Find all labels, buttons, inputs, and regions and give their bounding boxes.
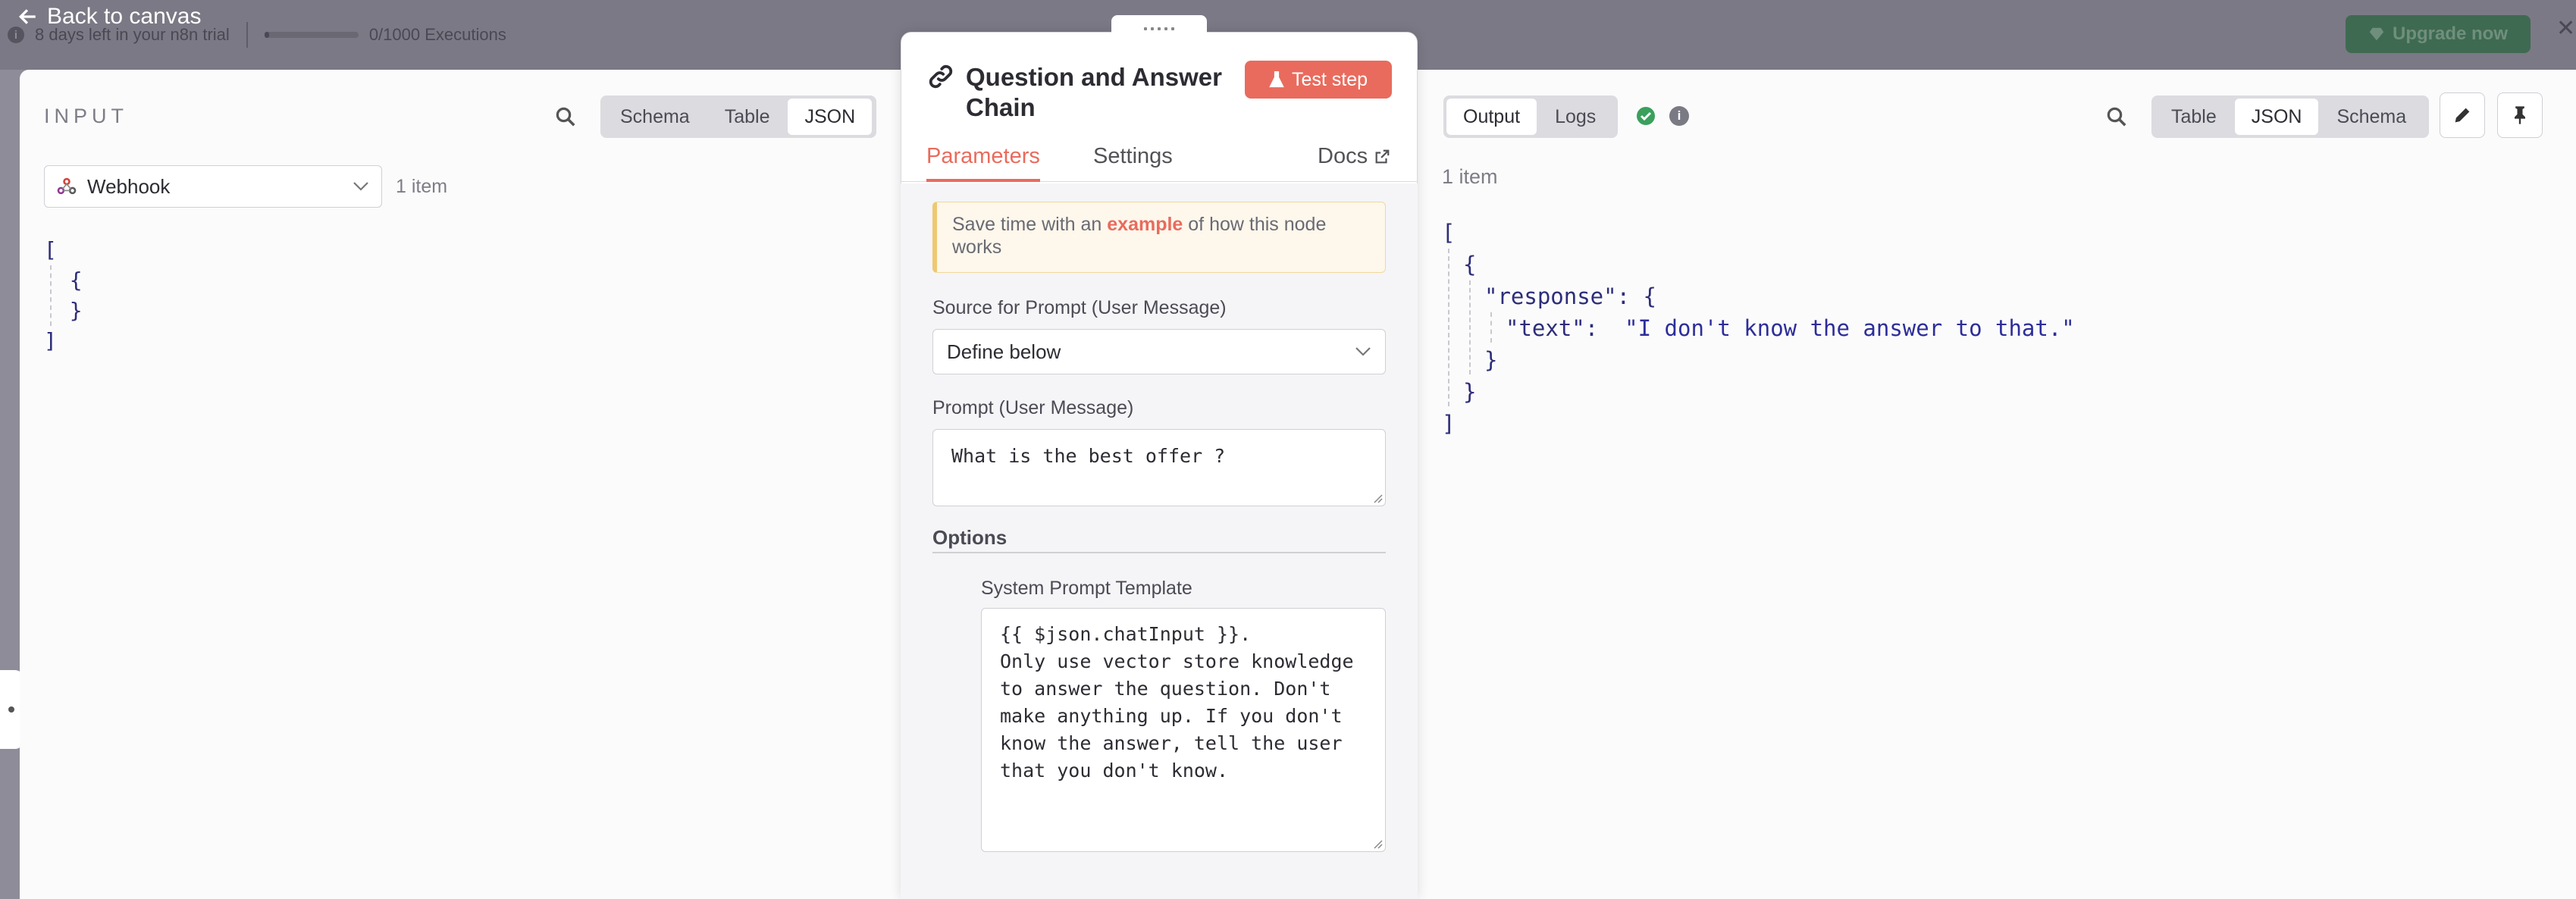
info-icon[interactable]: i [1669,106,1689,126]
source-prompt-label: Source for Prompt (User Message) [932,297,1227,318]
json-line: } [1484,347,1498,373]
json-line: } [1463,379,1477,405]
resize-grip-icon[interactable] [1372,493,1383,503]
output-item-count: 1 item [1442,165,1498,188]
input-node-select[interactable]: Webhook [44,165,382,208]
search-icon[interactable] [552,103,579,130]
upgrade-label: Upgrade now [2392,23,2508,44]
pin-data-button[interactable] [2497,92,2543,138]
node-title[interactable]: Question and Answer Chain [966,62,1231,123]
gem-icon [2369,27,2384,41]
edit-output-button[interactable] [2440,92,2485,138]
source-prompt-value: Define below [947,340,1061,363]
test-step-label: Test step [1291,68,1368,90]
input-node-name: Webhook [87,174,171,198]
drag-handle[interactable] [1111,15,1207,42]
output-view-switcher: Table JSON Schema [2151,96,2429,138]
example-link[interactable]: example [1107,214,1183,235]
node-tabs: Parameters Settings Docs [901,138,1418,182]
success-check-icon [1636,106,1656,130]
divider [246,22,248,48]
tab-output[interactable]: Output [1446,99,1537,135]
input-json-view: [ { } ] [44,235,83,356]
tab-docs[interactable]: Docs [1318,144,1390,169]
prompt-value: What is the best offer ? [951,445,1226,467]
json-line: { [1463,252,1477,277]
input-view-json[interactable]: JSON [788,99,873,135]
resize-grip-icon[interactable] [1372,838,1383,849]
input-panel-title: INPUT [44,105,128,127]
back-label: Back to canvas [47,4,202,29]
chevron-down-icon [353,182,368,191]
pin-icon [2515,106,2525,124]
tab-parameters[interactable]: Parameters [926,144,1040,182]
flask-icon [1269,71,1284,88]
chevron-down-icon [1355,347,1371,356]
output-logs-switcher: Output Logs [1443,96,1618,138]
json-value-text: "I don't know the answer to that." [1625,315,2075,341]
input-view-schema[interactable]: Schema [603,99,707,135]
options-heading: Options [932,526,1008,549]
upgrade-button[interactable]: Upgrade now [2346,15,2531,53]
system-prompt-input[interactable]: {{ $json.chatInput }}. Only use vector s… [981,608,1386,852]
pencil-icon [2455,108,2470,123]
json-line: ] [44,328,57,353]
example-hint: Save time with an example of how this no… [932,202,1386,273]
source-prompt-select[interactable]: Define below [932,329,1386,374]
external-link-icon [1375,149,1390,163]
executions-progress-bar [264,32,359,38]
webhook-icon [57,177,77,195]
json-line: [ [44,237,57,262]
tab-logs[interactable]: Logs [1538,99,1612,135]
executions-count: 0/1000 Executions [368,25,506,44]
divider [932,552,1386,553]
json-key-response: "response": { [1484,283,1656,309]
system-prompt-value: {{ $json.chatInput }}. Only use vector s… [1000,623,1354,782]
json-line: ] [1442,411,1456,437]
input-item-count: 1 item [396,176,448,197]
tab-settings[interactable]: Settings [1093,144,1173,169]
link-icon [926,62,955,95]
test-step-button[interactable]: Test step [1245,61,1392,99]
system-prompt-label: System Prompt Template [981,578,1192,599]
output-view-json[interactable]: JSON [2234,99,2319,135]
prompt-input[interactable]: What is the best offer ? [932,429,1386,506]
input-view-table[interactable]: Table [708,99,787,135]
search-icon[interactable] [2103,103,2130,130]
output-view-table[interactable]: Table [2155,99,2233,135]
json-line: [ [1442,220,1456,246]
close-icon[interactable]: ✕ [2556,15,2575,42]
output-json-view: [ { "response": { "text": "I don't know … [1442,217,2075,440]
prompt-label: Prompt (User Message) [932,397,1134,418]
json-line: "text": "I don't know the answer to that… [1442,312,2075,344]
docs-label: Docs [1318,144,1368,168]
arrow-left-icon [18,9,36,24]
json-key-text: "text": [1506,315,1599,341]
back-to-canvas-button[interactable]: Back to canvas [18,2,201,32]
output-view-schema[interactable]: Schema [2320,99,2423,135]
input-view-switcher: Schema Table JSON [600,96,876,138]
hint-text: Save time with an [952,214,1108,235]
